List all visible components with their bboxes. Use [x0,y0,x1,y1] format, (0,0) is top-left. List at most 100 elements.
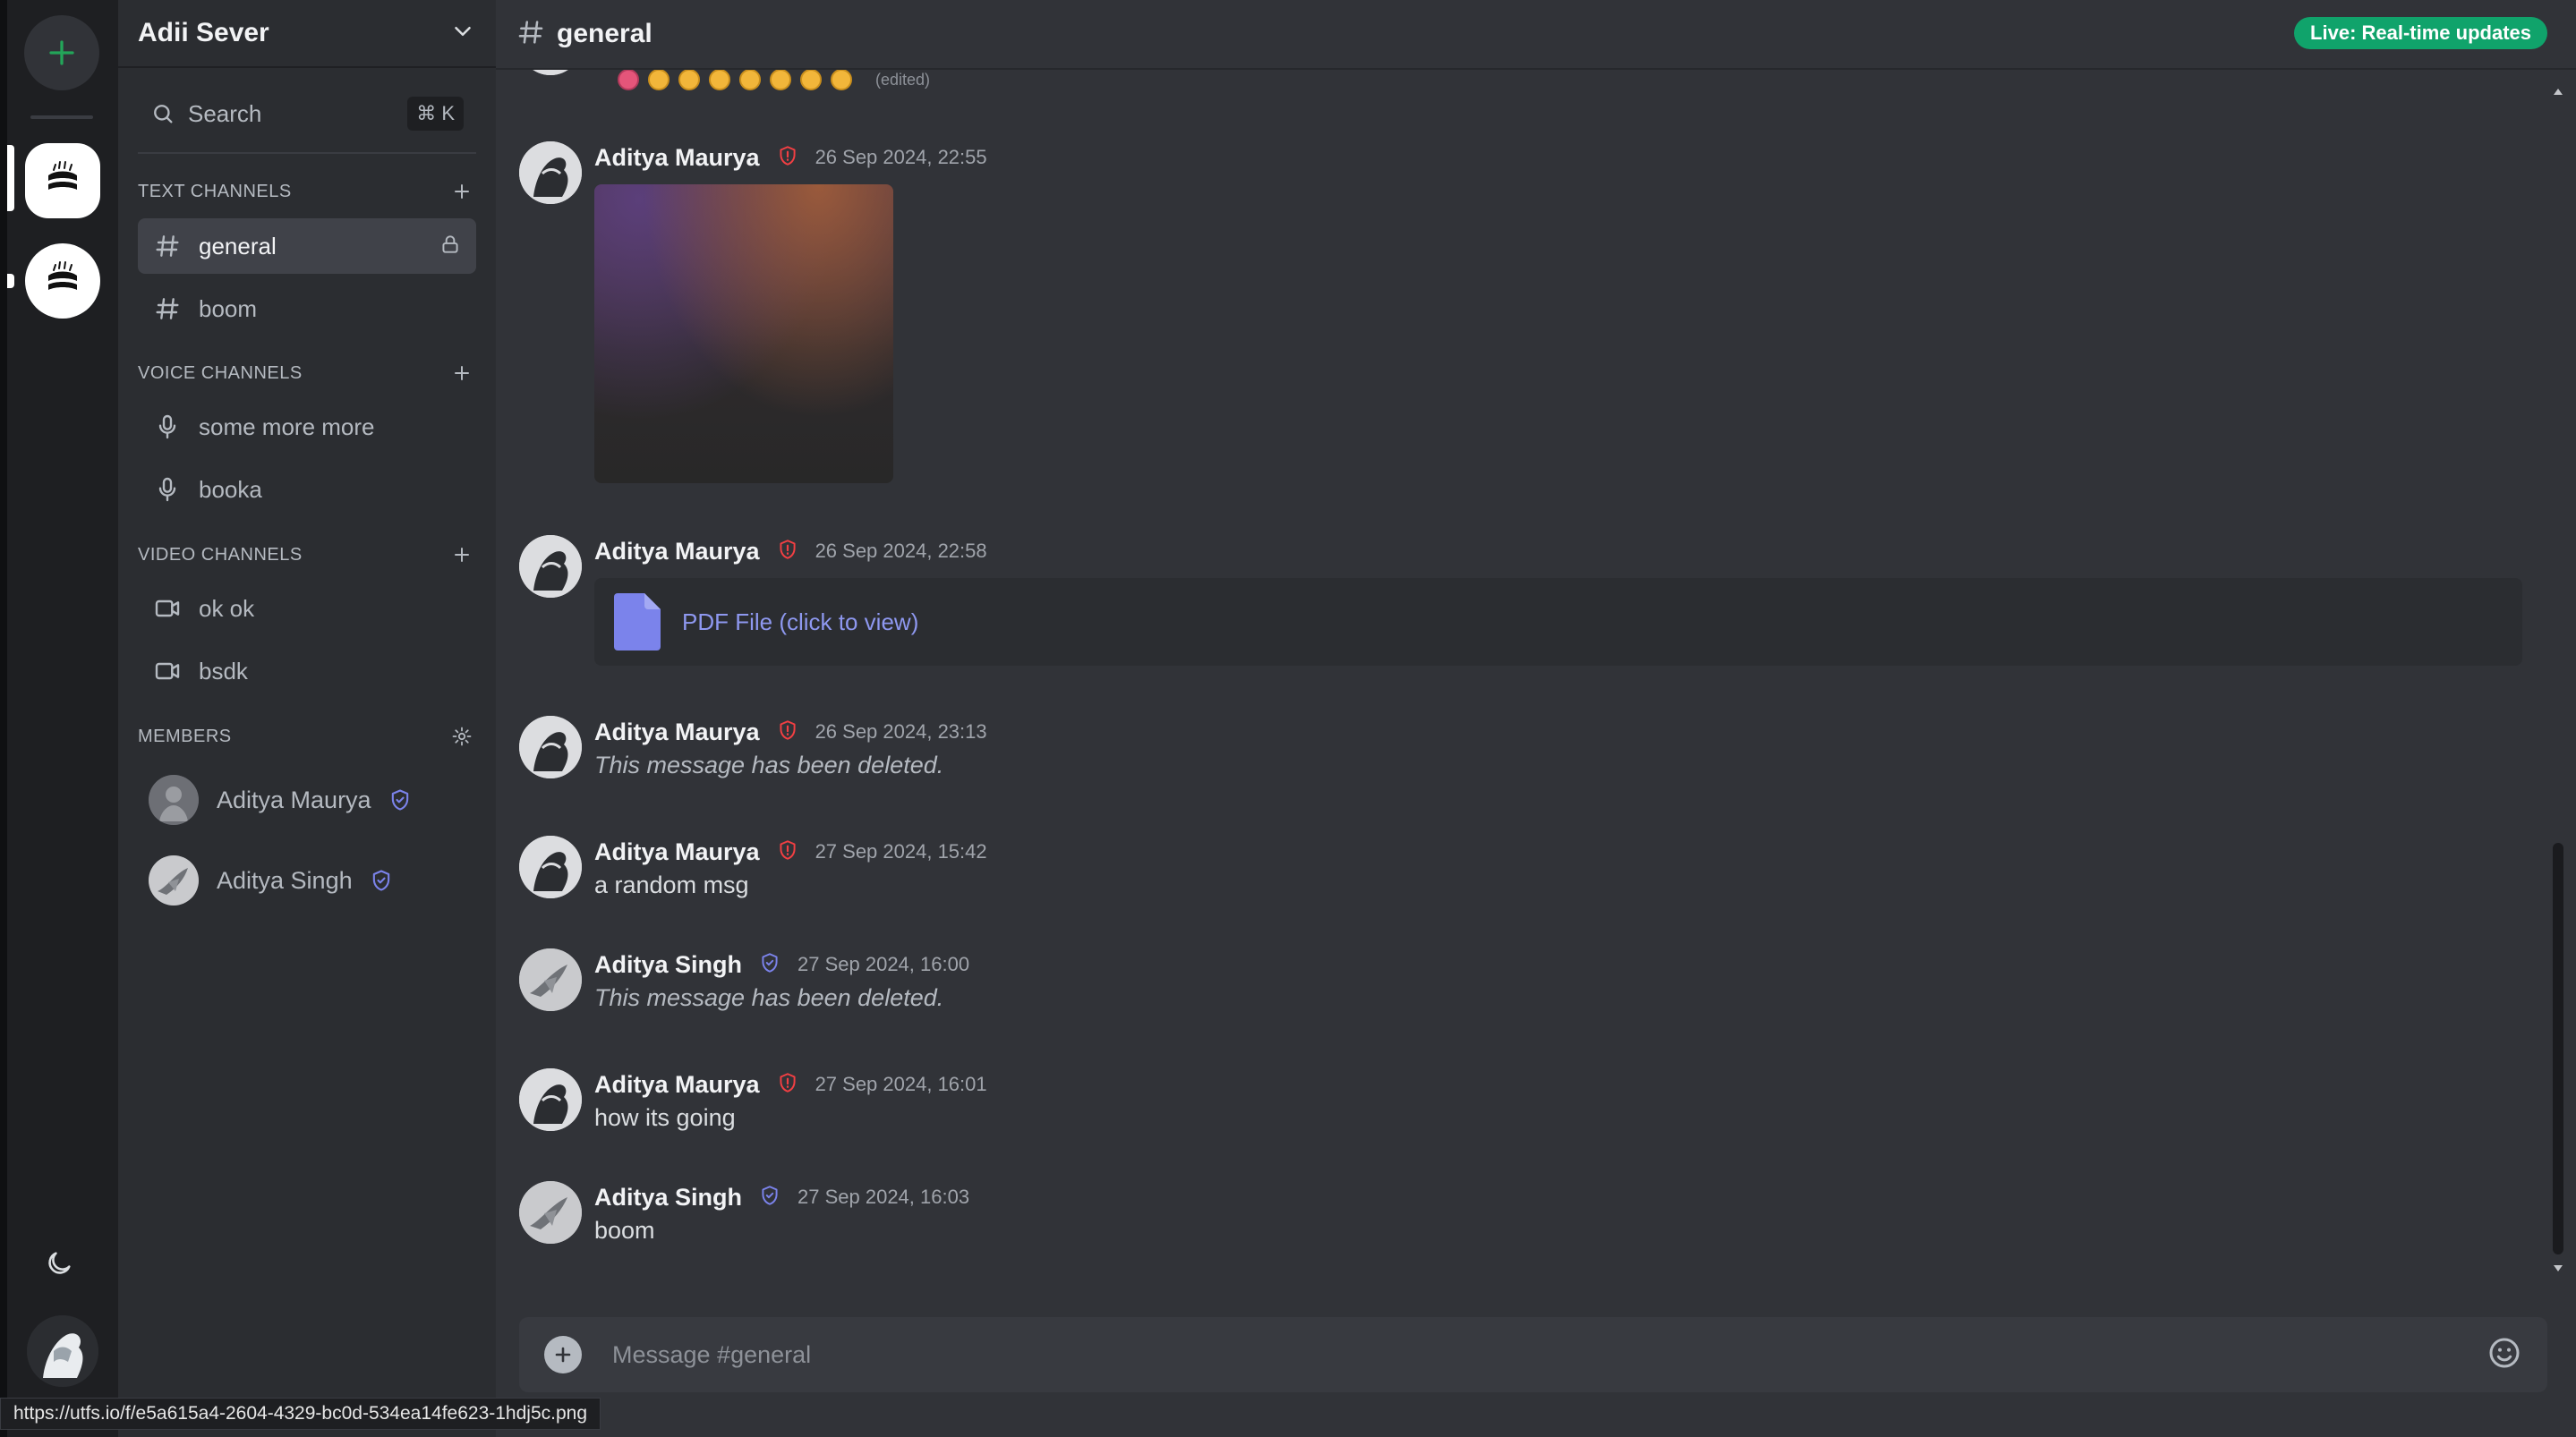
message-scrollbar[interactable] [2551,86,2565,1276]
avatar [519,535,582,598]
message-header: Aditya Maurya 27 Sep 2024, 15:42 [594,836,987,868]
message-text: a random msg [594,872,749,898]
microphone-icon [152,474,183,505]
section-label: VIDEO CHANNELS [138,544,303,565]
pdf-attachment[interactable]: PDF File (click to view) [594,578,2522,666]
theme-toggle-button[interactable] [41,1246,77,1281]
pdf-link[interactable]: PDF File (click to view) [682,608,918,636]
server-logo-icon [48,161,77,190]
message-author[interactable]: Aditya Singh [594,951,742,979]
shield-alert-icon [776,538,815,565]
message-timestamp: 26 Sep 2024, 23:13 [815,720,987,743]
emoji-icon [618,69,639,90]
server-rail [0,0,118,1437]
message-author[interactable]: Aditya Maurya [594,838,760,866]
scroll-down-arrow-icon[interactable] [2553,1263,2563,1274]
members-header: MEMBERS [138,720,476,753]
attach-file-button[interactable] [544,1336,582,1373]
add-server-button[interactable] [24,15,99,90]
server-logo-icon [48,261,77,290]
add-voice-channel-icon[interactable] [451,362,473,384]
search-icon [154,105,173,123]
message-author[interactable]: Aditya Maurya [594,538,760,565]
emoji-icon [831,69,852,90]
channel-boom[interactable]: boom [138,281,476,336]
message-input[interactable]: Message #general [612,1341,2486,1369]
message-author[interactable]: Aditya Maurya [594,718,760,746]
server-header[interactable]: Adii Sever [118,0,496,68]
add-text-channel-icon[interactable] [451,181,473,202]
unread-server-indicator [7,274,14,288]
chat-main: (edited) Aditya Maurya 26 Sep 2024, 22:5… [496,0,2576,1437]
chevron-down-icon [449,18,476,49]
video-channel-ok-ok[interactable]: ok ok [138,581,476,636]
section-label: MEMBERS [138,726,232,746]
channel-label: general [199,232,277,259]
message-header: Aditya Singh 27 Sep 2024, 16:03 [594,1181,969,1213]
message-author[interactable]: Aditya Singh [594,1184,742,1212]
member-aditya-maurya[interactable]: Aditya Maurya [149,771,471,829]
live-status-badge: Live: Real-time updates [2294,17,2547,49]
emoji-icon [800,69,822,90]
text-channels-header: TEXT CHANNELS [138,175,476,208]
image-attachment[interactable] [594,184,893,483]
moon-icon [48,1252,71,1274]
profile-picture [27,1315,98,1387]
avatar [519,948,582,1011]
avatar [519,836,582,898]
avatar [149,775,199,825]
video-channels-header: VIDEO CHANNELS [138,539,476,571]
emoji-icon [678,69,700,90]
voice-channels-header: VOICE CHANNELS [138,357,476,389]
message-header: Aditya Maurya 26 Sep 2024, 23:13 [594,716,987,748]
scrollbar-thumb[interactable] [2553,843,2563,1254]
search-shortcut: ⌘ K [407,97,464,131]
shield-check-icon [758,951,798,979]
shield-alert-icon [776,838,815,866]
message-text: This message has been deleted. [594,752,944,778]
user-profile-avatar[interactable] [27,1315,98,1387]
message-header: Aditya Maurya 26 Sep 2024, 22:58 [594,535,987,567]
voice-channel-some-more-more[interactable]: some more more [138,399,476,455]
divider [138,152,476,154]
hash-icon [152,231,183,261]
avatar [519,141,582,204]
message-composer: Message #general [519,1317,2547,1392]
add-video-channel-icon[interactable] [451,544,473,565]
channel-general[interactable]: general [138,218,476,274]
message-author[interactable]: Aditya Maurya [594,1071,760,1099]
message-author[interactable]: Aditya Maurya [594,144,760,172]
shield-check-icon [758,1184,798,1212]
channel-label: some more more [199,412,375,440]
message-item[interactable]: Aditya Maurya 26 Sep 2024, 22:58 PDF Fil… [519,535,2522,669]
voice-channel-booka[interactable]: booka [138,462,476,517]
shield-alert-icon [776,718,815,746]
message-text: This message has been deleted. [594,984,944,1011]
emoji-picker-button[interactable] [2486,1335,2522,1375]
member-aditya-singh[interactable]: Aditya Singh [149,852,471,909]
search-button[interactable]: Search ⌘ K [138,86,476,141]
gear-icon[interactable] [451,726,473,747]
channel-label: boom [199,294,258,322]
video-icon [152,656,183,686]
channel-header: general Live: Real-time updates [496,0,2576,70]
section-label: TEXT CHANNELS [138,181,292,201]
channel-label: booka [199,475,262,503]
message-list[interactable]: (edited) Aditya Maurya 26 Sep 2024, 22:5… [496,0,2576,1288]
app-window: Adii Sever Search ⌘ K TEXT CHANNELS gene… [0,0,2576,1437]
section-label: VOICE CHANNELS [138,362,303,383]
server-name: Adii Sever [138,18,269,47]
emoji-icon [739,69,761,90]
member-name: Aditya Singh [217,866,353,894]
message-header: Aditya Maurya 27 Sep 2024, 16:01 [594,1068,987,1101]
server-icon-secondary[interactable] [25,243,100,319]
hash-icon [516,17,557,52]
avatar [519,1068,582,1131]
emoji-icon [709,69,730,90]
avatar [519,1181,582,1244]
message-item[interactable]: Aditya Maurya 26 Sep 2024, 22:55 [519,141,2515,490]
emoji-icon [648,69,670,90]
video-channel-bsdk[interactable]: bsdk [138,643,476,699]
scroll-up-arrow-icon[interactable] [2553,86,2563,97]
server-icon-adii-sever[interactable] [25,143,100,218]
